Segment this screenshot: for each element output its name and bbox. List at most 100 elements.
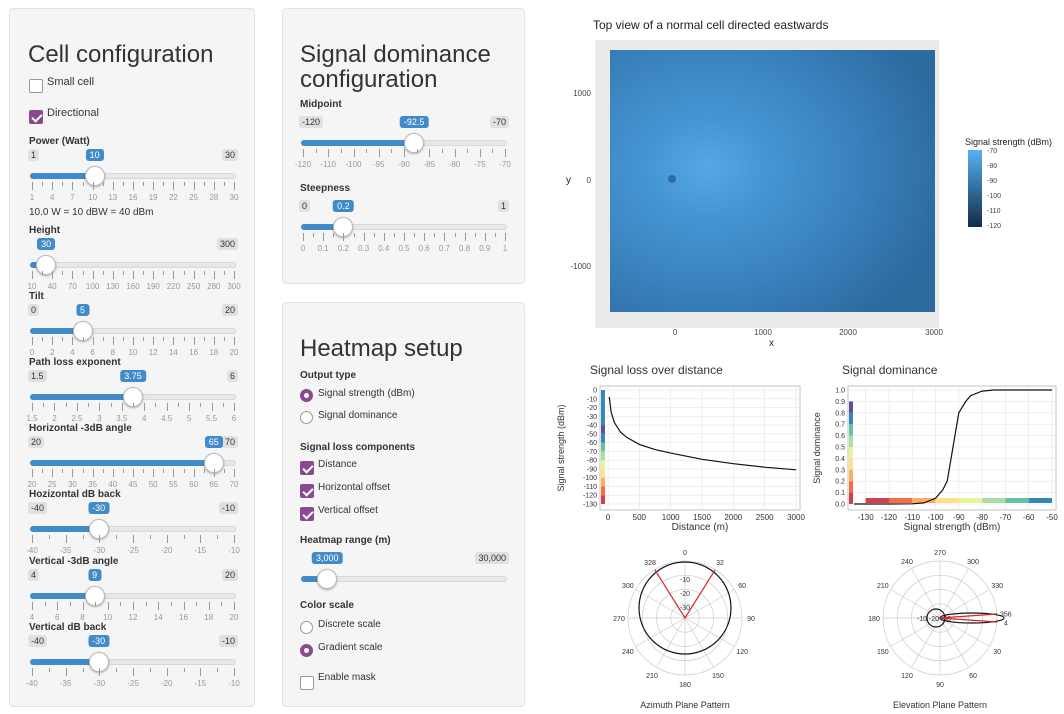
slider-track[interactable] — [30, 262, 236, 268]
slider-tick-mark — [62, 271, 64, 275]
slider-tick-mark — [133, 469, 134, 477]
slider-ticks — [303, 233, 506, 241]
slider-tick-mark — [76, 403, 78, 411]
slider-tick-label: 160 — [126, 282, 140, 291]
color-band — [958, 498, 983, 503]
y-axis-label: Signal strength (dBm) — [556, 404, 566, 491]
color-band — [1005, 498, 1029, 503]
vback-slider[interactable]: -40 -10 -30 -40 -35 -30 -25 -20 -15 -10 — [26, 635, 240, 695]
slider-value: -30 — [88, 635, 110, 647]
slider-tick-label: 8 — [110, 348, 116, 357]
ple-slider[interactable]: 1.5 6 3.75 1.5 2 2.5 3 3.5 4 4.5 5 5.5 6 — [26, 370, 238, 430]
slider-tick-mark — [92, 182, 94, 190]
steepness-label: Steepness — [300, 183, 351, 194]
slider-tick-mark — [492, 149, 494, 153]
steepness-slider[interactable]: 0 1 0.2 0 0.1 0.2 0.3 0.4 0.5 0.6 0.7 0.8 0.9 1 — [299, 200, 509, 260]
slider-tick-mark — [102, 182, 104, 186]
y-tick-label: 0.9 — [835, 399, 845, 406]
plot-area — [599, 385, 801, 511]
gradient-scale-radio[interactable] — [300, 644, 313, 657]
slider-value: 3,000 — [311, 552, 343, 564]
slider-max: 20 — [221, 304, 238, 316]
slider-tick-mark — [378, 149, 380, 157]
slider-tick-label: 250 — [186, 282, 201, 291]
slider-max: 1 — [497, 200, 509, 212]
vertical-offset-checkbox[interactable] — [300, 507, 314, 521]
slider-tick-label: -75 — [473, 160, 486, 169]
x-tick-label: -120 — [881, 513, 898, 522]
horizontal-offset-checkbox[interactable] — [300, 484, 314, 498]
slider-tick-mark — [464, 233, 466, 241]
slider-tick-mark — [366, 149, 368, 153]
legend-tick: -110 — [987, 208, 1001, 215]
slider-tick-mark — [222, 403, 224, 407]
slider-tick-label: -25 — [127, 679, 139, 688]
slider-tick-mark — [313, 233, 315, 237]
slider-tick-label: 16 — [179, 613, 188, 622]
y-tick-label: 0.8 — [835, 410, 845, 417]
y-tick-label: -90 — [587, 466, 597, 473]
color-band — [888, 498, 913, 503]
slider-tick-label: 3 — [97, 414, 102, 423]
y-tick-label: 1.0 — [835, 388, 845, 395]
slider-tick-label: 1 — [502, 244, 508, 253]
slider-tick-label: 25 — [47, 480, 57, 489]
power-slider[interactable]: 1 30 10 1 4 7 10 13 16 19 22 25 28 30 — [28, 149, 238, 209]
slider-tick-mark — [484, 233, 486, 241]
slider-tick-mark — [193, 337, 195, 345]
vangle-slider[interactable]: 4 20 9 4 6 8 10 12 14 16 18 20 — [28, 569, 238, 629]
slider-tick-label: 45 — [128, 480, 138, 489]
slider-handle[interactable] — [317, 569, 338, 589]
slider-tick-label: 35 — [88, 480, 98, 489]
small-cell-checkbox[interactable] — [29, 79, 43, 93]
x-tick-label: -80 — [976, 513, 988, 522]
polar-spoke — [656, 617, 686, 668]
slider-min: 4 — [28, 569, 40, 581]
slider-tick-mark — [112, 271, 114, 279]
slider-tick-mark — [234, 469, 235, 477]
slider-tick-mark — [62, 469, 64, 473]
slider-tick-mark — [153, 469, 155, 477]
angle-label: 120 — [901, 673, 913, 680]
polar-spoke — [890, 589, 941, 619]
slider-tick-mark — [69, 602, 71, 606]
hangle-slider[interactable]: 20 70 65 20 25 30 35 40 45 50 55 60 65 70 — [28, 436, 238, 496]
directional-checkbox[interactable] — [29, 110, 43, 124]
midpoint-slider[interactable]: -120 -70 -92.5 -120 -110 -100 -95 -90 -85 -80 -75-… — [295, 116, 511, 176]
discrete-scale-radio[interactable] — [300, 621, 313, 634]
slider-tick-mark — [234, 668, 235, 676]
heatmap-raster — [610, 50, 935, 312]
slider-tick-mark — [340, 149, 342, 153]
elevation-pattern-chart: 270 300 330 356 4 30 60 90 120 150 180 210 240 -10 -20… — [868, 550, 1012, 710]
slider-tick-label: 4 — [29, 613, 35, 622]
tilt-slider[interactable]: 0 20 5 0 2 4 6 8 10 12 14 16 18 20 — [28, 304, 238, 364]
slider-tick-mark — [82, 469, 84, 473]
signal-dominance-radio[interactable] — [300, 411, 313, 424]
slider-tick-mark — [166, 535, 168, 543]
heatmap-setup-panel: Heatmap setup Output type Signal strengt… — [282, 302, 525, 707]
angle-label: 180 — [868, 616, 880, 623]
slider-tick-label: 40 — [108, 480, 118, 489]
slider-tick-mark — [143, 469, 145, 473]
slider-tick-label: 16 — [189, 348, 199, 357]
slider-tick-mark — [234, 403, 235, 411]
height-slider[interactable]: 300 30 10 40 70 100 130 160 190 220 250 280 300 — [28, 238, 241, 298]
enable-mask-checkbox[interactable] — [300, 676, 314, 690]
chart-title: Elevation Plane Pattern — [893, 700, 987, 710]
slider-tick-labels: -40 -35 -30 -25 -20 -15 -10 — [26, 546, 240, 556]
slider-tick-mark — [441, 149, 443, 153]
slider-tick-mark — [95, 602, 97, 606]
distance-checkbox[interactable] — [300, 461, 314, 475]
slider-tick-mark — [223, 469, 225, 473]
slider-tick-mark — [116, 535, 118, 539]
slider-ticks — [303, 149, 506, 157]
slider-tick-mark — [363, 233, 365, 241]
slider-tick-mark — [200, 535, 202, 543]
slider-tick-mark — [92, 337, 94, 345]
radial-label: -10 — [917, 616, 927, 623]
slider-tick-mark — [82, 668, 84, 672]
slider-tick-mark — [82, 602, 84, 610]
angle-label: 210 — [877, 583, 889, 590]
signal-strength-radio[interactable] — [300, 389, 313, 402]
hback-slider[interactable]: -40 -10 -30 -40 -35 -30 -25 -20 -15 -10 — [26, 502, 240, 562]
